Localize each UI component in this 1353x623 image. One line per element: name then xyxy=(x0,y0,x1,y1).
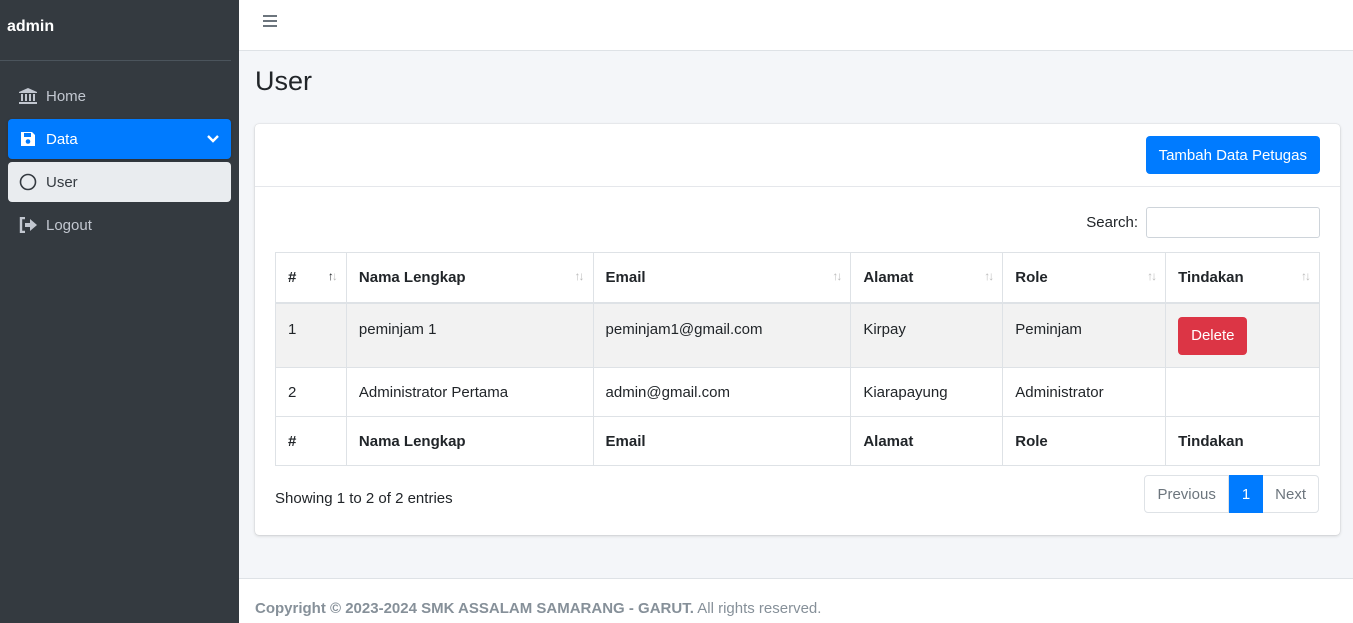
cell-role: Peminjam xyxy=(1002,302,1167,368)
bank-icon xyxy=(18,86,38,106)
user-card: Tambah Data Petugas Search: # ↑↓ Nama Len… xyxy=(255,124,1340,535)
next-page-button[interactable]: Next xyxy=(1263,475,1319,513)
col-footer-no: # xyxy=(275,416,347,466)
col-footer-email: Email xyxy=(592,416,852,466)
cell-tindakan: Delete xyxy=(1165,302,1320,368)
menu-toggle-icon[interactable] xyxy=(263,15,277,29)
search-input[interactable] xyxy=(1146,207,1320,238)
sidebar-item-label: Home xyxy=(46,87,87,105)
col-footer-alamat: Alamat xyxy=(850,416,1004,466)
brand[interactable]: admin xyxy=(0,0,231,61)
card-header: Tambah Data Petugas xyxy=(255,124,1340,187)
cell-email: peminjam1@gmail.com xyxy=(592,302,852,368)
sort-asc-icon: ↑↓ xyxy=(327,269,338,283)
cell-alamat: Kirpay xyxy=(850,302,1004,368)
cell-email: admin@gmail.com xyxy=(592,367,852,417)
delete-button[interactable]: Delete xyxy=(1178,316,1248,355)
sort-icon: ↑↓ xyxy=(574,269,585,283)
save-icon xyxy=(18,129,38,149)
page-title: User xyxy=(255,66,313,96)
cell-tindakan xyxy=(1165,367,1320,417)
col-footer-tindakan: Tindakan xyxy=(1165,416,1320,466)
sign-out-icon xyxy=(18,215,38,235)
sidebar-item-label: Data xyxy=(46,130,78,148)
circle-icon xyxy=(18,172,38,192)
rights-text: All rights reserved. xyxy=(693,600,822,617)
cell-no: 2 xyxy=(275,367,347,417)
user-table: # ↑↓ Nama Lengkap ↑↓ Email ↑↓ Alamat ↑↓ Role… xyxy=(275,252,1320,466)
sidebar-item-data[interactable]: Data xyxy=(8,119,231,159)
copyright-text: Copyright © 2023-2024 SMK ASSALAM SAMARA… xyxy=(255,600,694,617)
sort-icon: ↑↓ xyxy=(1147,269,1157,283)
page-footer: Copyright © 2023-2024 SMK ASSALAM SAMARA… xyxy=(239,578,1353,623)
col-footer-role: Role xyxy=(1002,416,1167,466)
col-header-nama[interactable]: Nama Lengkap ↑↓ xyxy=(345,252,594,304)
sidebar-item-logout[interactable]: Logout xyxy=(8,205,231,245)
add-petugas-button[interactable]: Tambah Data Petugas xyxy=(1145,136,1320,174)
sort-icon: ↑↓ xyxy=(984,269,994,283)
pagination: Previous 1 Next xyxy=(1144,475,1319,513)
col-header-email[interactable]: Email ↑↓ xyxy=(592,252,852,304)
brand-text: admin xyxy=(7,18,55,35)
table-row: 1 peminjam 1 peminjam1@gmail.com Kirpay … xyxy=(275,302,1320,368)
search-label: Search: xyxy=(1086,214,1138,231)
search-box: Search: xyxy=(1086,207,1320,238)
cell-role: Administrator xyxy=(1002,367,1167,417)
sidebar-item-user[interactable]: User xyxy=(8,162,231,202)
cell-no: 1 xyxy=(275,302,347,368)
sidebar: admin Home Data User Logout xyxy=(0,0,239,623)
col-header-role[interactable]: Role ↑↓ xyxy=(1002,252,1167,304)
sidebar-item-label: User xyxy=(46,173,78,191)
cell-alamat: Kiarapayung xyxy=(850,367,1004,417)
chevron-down-icon xyxy=(207,131,219,148)
table-footer-row: # Nama Lengkap Email Alamat Role Tindaka… xyxy=(275,416,1320,466)
sort-icon: ↑↓ xyxy=(832,269,842,283)
table-header-row: # ↑↓ Nama Lengkap ↑↓ Email ↑↓ Alamat ↑↓ Role… xyxy=(275,252,1320,304)
sidebar-item-home[interactable]: Home xyxy=(8,76,231,116)
top-navbar xyxy=(239,0,1353,51)
table-info: Showing 1 to 2 of 2 entries xyxy=(275,490,453,507)
col-header-alamat[interactable]: Alamat ↑↓ xyxy=(850,252,1004,304)
cell-nama: peminjam 1 xyxy=(345,302,594,368)
table-row: 2 Administrator Pertama admin@gmail.com … xyxy=(275,367,1320,417)
cell-nama: Administrator Pertama xyxy=(345,367,594,417)
col-header-no[interactable]: # ↑↓ xyxy=(275,252,347,304)
sidebar-nav: Home Data User Logout xyxy=(0,76,239,245)
col-header-tindakan[interactable]: Tindakan ↑↓ xyxy=(1165,252,1320,304)
sort-icon: ↑↓ xyxy=(1301,269,1311,283)
col-footer-nama: Nama Lengkap xyxy=(345,416,594,466)
page-1-button[interactable]: 1 xyxy=(1228,475,1264,513)
sidebar-item-label: Logout xyxy=(46,216,92,234)
previous-page-button[interactable]: Previous xyxy=(1144,475,1229,513)
